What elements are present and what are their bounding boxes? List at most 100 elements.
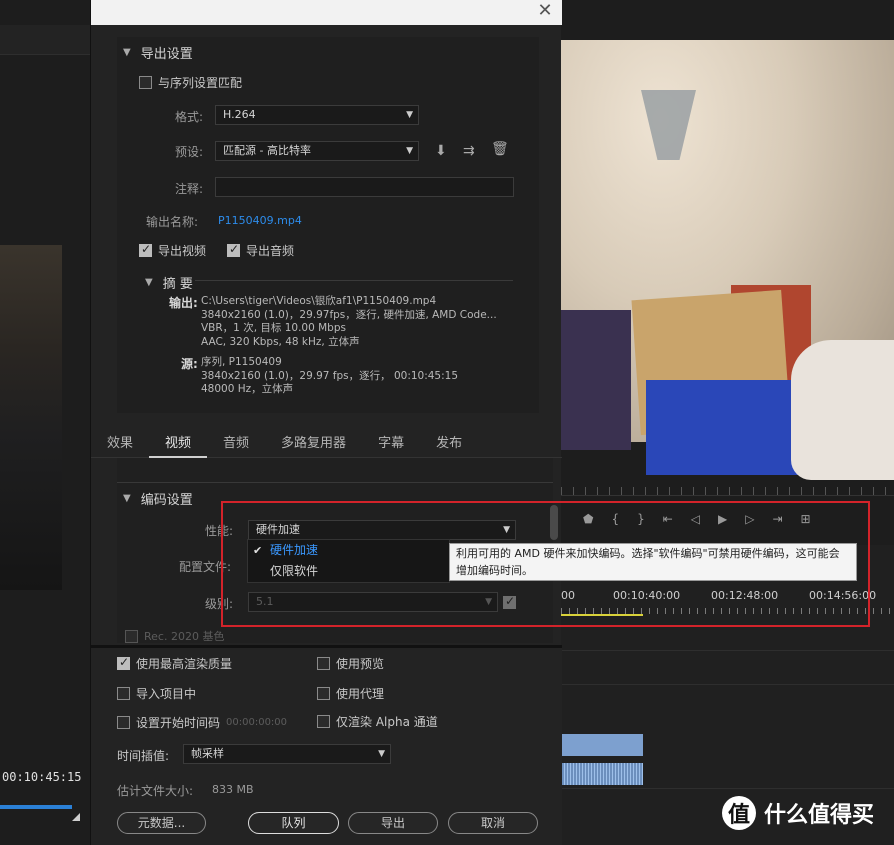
summary-output-key: 输出: bbox=[169, 296, 198, 310]
render-alpha-label: 仅渲染 Alpha 通道 bbox=[336, 715, 438, 729]
import-project-checkbox[interactable] bbox=[117, 687, 130, 700]
summary-source-line: 序列, P1150409 bbox=[201, 356, 282, 368]
go-to-in-icon[interactable]: ⇤ bbox=[663, 512, 673, 526]
program-scrub-bar[interactable] bbox=[561, 470, 894, 496]
queue-button[interactable]: 队列 bbox=[248, 812, 339, 834]
encoding-settings-header[interactable]: ▼ 编码设置 bbox=[123, 489, 193, 508]
render-alpha-checkbox[interactable] bbox=[317, 715, 330, 728]
tab-multiplexer[interactable]: 多路复用器 bbox=[265, 432, 362, 458]
marker-icon[interactable]: ⬟ bbox=[583, 512, 593, 526]
insert-icon[interactable]: ⊞ bbox=[801, 512, 811, 526]
tab-audio[interactable]: 音频 bbox=[207, 432, 265, 458]
max-render-quality-checkbox[interactable] bbox=[117, 655, 130, 670]
file-size-value: 833 MB bbox=[212, 783, 254, 796]
chevron-down-icon: ▼ bbox=[378, 749, 385, 759]
summary-source-line: 48000 Hz，立体声 bbox=[201, 383, 294, 395]
close-icon[interactable]: ✕ bbox=[536, 2, 554, 20]
work-area-bar[interactable] bbox=[561, 614, 643, 616]
panel-divider bbox=[117, 482, 553, 483]
format-select[interactable]: H.264 ▼ bbox=[215, 105, 419, 125]
start-timecode-option[interactable]: 设置开始时间码 00:00:00:00 bbox=[117, 714, 287, 731]
out-point-icon[interactable]: } bbox=[637, 512, 645, 526]
export-audio-option[interactable]: 导出音频 bbox=[227, 242, 294, 259]
preset-select[interactable]: 匹配源 - 高比特率 ▼ bbox=[215, 141, 419, 161]
match-sequence-label: 与序列设置匹配 bbox=[158, 76, 243, 90]
start-timecode-checkbox[interactable] bbox=[117, 716, 130, 729]
step-back-icon[interactable]: ◁ bbox=[691, 512, 700, 526]
rec2020-checkbox[interactable] bbox=[125, 629, 138, 643]
export-video-label: 导出视频 bbox=[158, 244, 207, 258]
render-alpha-option[interactable]: 仅渲染 Alpha 通道 bbox=[317, 713, 438, 730]
play-icon[interactable]: ▶ bbox=[718, 512, 727, 526]
tab-effects[interactable]: 效果 bbox=[91, 432, 149, 458]
match-sequence-option[interactable]: 与序列设置匹配 bbox=[139, 74, 242, 91]
resize-handle-icon[interactable] bbox=[72, 813, 80, 821]
summary-divider bbox=[195, 280, 513, 281]
save-preset-icon[interactable]: ⇉ bbox=[463, 143, 475, 159]
tab-publish[interactable]: 发布 bbox=[420, 432, 478, 458]
rec2020-option[interactable]: Rec. 2020 基色 bbox=[125, 628, 224, 644]
import-project-option[interactable]: 导入项目中 bbox=[117, 685, 196, 702]
use-proxies-label: 使用代理 bbox=[336, 687, 385, 701]
audio-clip[interactable] bbox=[561, 763, 643, 785]
transport-controls: ⬟ { } ⇤ ◁ ▶ ▷ ⇥ ⊞ bbox=[561, 506, 894, 532]
export-settings-header[interactable]: ▼ 导出设置 bbox=[123, 43, 193, 62]
export-audio-checkbox[interactable] bbox=[227, 242, 240, 257]
match-sequence-checkbox[interactable] bbox=[139, 76, 152, 89]
tab-captions[interactable]: 字幕 bbox=[362, 432, 420, 458]
level-label: 级别: bbox=[205, 597, 234, 611]
performance-dropdown: ✔ 硬件加速 仅限软件 bbox=[247, 539, 450, 583]
use-previews-option[interactable]: 使用预览 bbox=[317, 655, 384, 672]
dropdown-option-hardware[interactable]: ✔ 硬件加速 bbox=[248, 540, 449, 561]
export-button[interactable]: 导出 bbox=[348, 812, 438, 834]
source-playhead-bar[interactable] bbox=[0, 805, 72, 809]
summary-output: C:\Users\tiger\Videos\银欣af1\P1150409.mp4… bbox=[201, 295, 531, 349]
cancel-button[interactable]: 取消 bbox=[448, 812, 538, 834]
dropdown-option-software[interactable]: 仅限软件 bbox=[248, 561, 449, 582]
video-clip[interactable] bbox=[561, 734, 643, 756]
metadata-button[interactable]: 元数据... bbox=[117, 812, 206, 834]
comment-input[interactable] bbox=[215, 177, 514, 197]
export-video-checkbox[interactable] bbox=[139, 242, 152, 257]
use-proxies-option[interactable]: 使用代理 bbox=[317, 685, 384, 702]
product-box-shape bbox=[561, 310, 631, 450]
render-options: 使用最高渲染质量 使用预览 导入项目中 使用代理 设置开始时间码 00:00:0… bbox=[91, 645, 562, 845]
go-to-out-icon[interactable]: ⇥ bbox=[772, 512, 782, 526]
output-name-link[interactable]: P1150409.mp4 bbox=[218, 214, 302, 227]
chevron-down-icon[interactable]: ▼ bbox=[123, 493, 131, 504]
profile-label: 配置文件: bbox=[179, 560, 232, 574]
performance-select[interactable]: 硬件加速 ▼ bbox=[248, 520, 516, 540]
format-value: H.264 bbox=[223, 108, 256, 121]
chevron-down-icon: ▼ bbox=[485, 597, 492, 607]
time-interpolation-select[interactable]: 帧采样 ▼ bbox=[183, 744, 391, 764]
summary-title: 摘 要 bbox=[162, 277, 193, 292]
level-select[interactable]: 5.1 ▼ bbox=[248, 592, 498, 612]
export-video-option[interactable]: 导出视频 bbox=[139, 242, 206, 259]
trash-icon[interactable]: 🗑 bbox=[491, 141, 509, 157]
timeline-ruler[interactable] bbox=[561, 600, 894, 614]
use-previews-label: 使用预览 bbox=[336, 657, 385, 671]
section-title: 导出设置 bbox=[140, 47, 193, 62]
dropdown-option-label: 硬件加速 bbox=[270, 543, 319, 557]
in-point-icon[interactable]: { bbox=[611, 512, 619, 526]
max-render-quality-option[interactable]: 使用最高渲染质量 bbox=[117, 655, 232, 672]
tab-video[interactable]: 视频 bbox=[149, 432, 208, 458]
step-forward-icon[interactable]: ▷ bbox=[745, 512, 754, 526]
watermark-logo: 值 bbox=[722, 796, 756, 830]
max-render-quality-label: 使用最高渲染质量 bbox=[136, 657, 233, 671]
lamp-shape bbox=[641, 90, 696, 160]
pillow-shape bbox=[791, 340, 894, 480]
preset-label: 预设: bbox=[175, 145, 204, 159]
level-checkbox[interactable] bbox=[503, 594, 516, 609]
checkmark-icon: ✔ bbox=[253, 544, 263, 557]
use-proxies-checkbox[interactable] bbox=[317, 687, 330, 700]
chevron-down-icon[interactable]: ▼ bbox=[145, 277, 153, 288]
rec2020-label: Rec. 2020 基色 bbox=[144, 630, 225, 643]
chevron-down-icon[interactable]: ▼ bbox=[123, 47, 131, 58]
settings-scrollbar[interactable] bbox=[550, 505, 558, 540]
summary-header[interactable]: ▼ 摘 要 bbox=[145, 273, 193, 292]
track-divider bbox=[561, 650, 894, 651]
import-preset-icon[interactable]: ⬇ bbox=[435, 143, 447, 159]
performance-tooltip: 利用可用的 AMD 硬件来加快编码。选择"软件编码"可禁用硬件编码，这可能会增加… bbox=[449, 543, 857, 581]
use-previews-checkbox[interactable] bbox=[317, 657, 330, 670]
